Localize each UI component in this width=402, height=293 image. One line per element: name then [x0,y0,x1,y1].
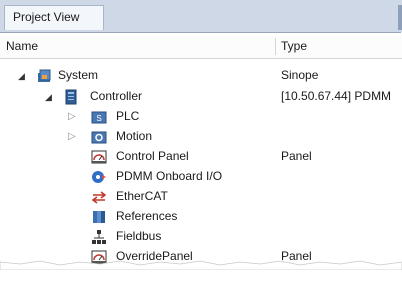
motion-icon [91,129,107,145]
references-icon [91,209,107,225]
control-panel-icon [91,149,107,165]
tab-strip: Project View [0,0,402,32]
controller-icon [63,89,79,105]
onboard-io-icon [91,169,107,185]
collapse-arrow-icon[interactable]: ▷ [68,132,76,142]
collapse-arrow-icon[interactable]: ▷ [68,112,76,122]
tree-row-ethercat[interactable]: EtherCAT [0,188,402,206]
tree-header: Name Type [0,36,402,59]
tree-row-label: Control Panel [116,149,189,163]
tree-row-type: Sinope [281,68,319,82]
ethercat-icon [91,189,107,205]
tree-row-label: Controller [90,89,143,103]
tree-row-label: EtherCAT [116,189,168,203]
tree-row-control-panel[interactable]: Control Panel Panel [0,148,402,166]
tree-row-label: System [58,68,99,82]
tree-row-label: PDMM Onboard I/O [116,169,223,183]
tree-row-label: References [116,209,178,223]
tree-row-system[interactable]: ◢ System Sinope [0,67,402,85]
fieldbus-icon [91,229,107,245]
tree-row-label: PLC [116,109,140,123]
tree-row-references[interactable]: References [0,208,402,226]
column-separator[interactable] [275,38,276,55]
tab-strip-edge [398,5,402,30]
tree-row-controller[interactable]: ◢ Controller [10.50.67.44] PDMM [0,88,402,106]
tree-row-plc[interactable]: ▷ S PLC [0,108,402,126]
tree-row-onboard-io[interactable]: PDMM Onboard I/O [0,168,402,186]
tree-row-fieldbus[interactable]: Fieldbus [0,228,402,246]
tree-row-type: [10.50.67.44] PDMM [281,89,392,103]
torn-edge [0,260,402,270]
svg-text:S: S [96,114,101,123]
tree-row-type: Panel [281,149,312,163]
column-header-name[interactable]: Name [6,39,38,53]
plc-icon: S [91,109,107,125]
tree-row-label: Motion [116,129,153,143]
system-icon [36,68,52,84]
tree-row-label: Fieldbus [116,229,162,243]
expand-arrow-icon[interactable]: ◢ [45,92,52,102]
expand-arrow-icon[interactable]: ◢ [18,71,25,81]
column-header-type[interactable]: Type [281,39,307,53]
tree-row-motion[interactable]: ▷ Motion [0,128,402,146]
tab-project-view[interactable]: Project View [4,5,104,30]
